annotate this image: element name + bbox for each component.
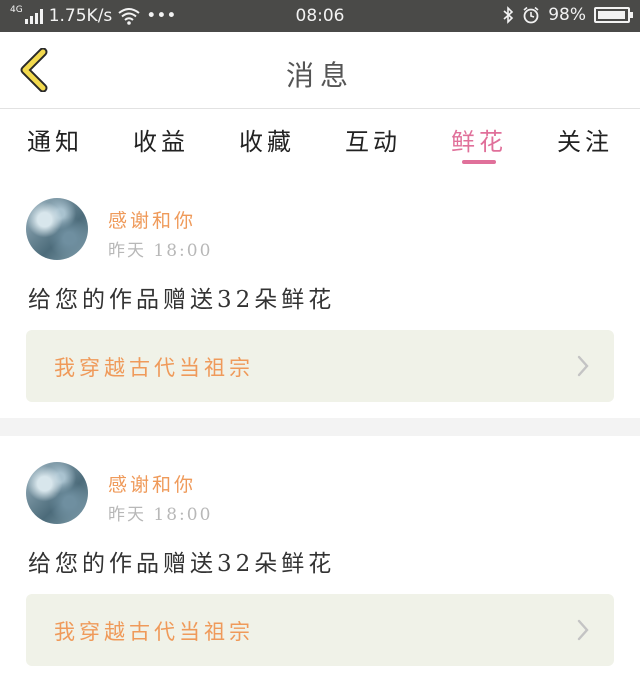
tab-earnings[interactable]: 收益 [116, 122, 206, 157]
work-title: 我穿越古代当祖宗 [54, 356, 254, 380]
tab-flowers[interactable]: 鲜花 [434, 122, 524, 157]
message-time: 昨天 18:00 [108, 241, 213, 261]
header: 消息 [0, 32, 640, 109]
bluetooth-icon [502, 6, 514, 24]
work-link-card[interactable]: 我穿越古代当祖宗 [26, 330, 614, 402]
tab-following[interactable]: 关注 [540, 122, 630, 157]
tab-interactions[interactable]: 互动 [328, 122, 418, 157]
message-time: 昨天 18:00 [108, 505, 213, 525]
chevron-right-icon [577, 355, 589, 377]
work-title: 我穿越古代当祖宗 [54, 620, 254, 644]
alarm-icon [522, 6, 540, 24]
sender-name[interactable]: 感谢和你 [108, 206, 196, 233]
status-bar: 4G 1.75K/s ••• 08:06 98% [0, 0, 640, 32]
message-text: 给您的作品赠送32朵鲜花 [28, 287, 336, 313]
battery-level [598, 11, 626, 19]
active-tab-indicator [462, 160, 496, 164]
message-card: 感谢和你 昨天 18:00 给您的作品赠送32朵鲜花 我穿越古代当祖宗 [0, 436, 640, 682]
battery-percent: 98% [548, 5, 586, 25]
tab-notifications[interactable]: 通知 [10, 122, 100, 157]
tab-favorites[interactable]: 收藏 [222, 122, 312, 157]
card-divider [0, 418, 640, 436]
status-right: 98% [502, 5, 633, 25]
message-text: 给您的作品赠送32朵鲜花 [28, 551, 336, 577]
chevron-right-icon [577, 619, 589, 641]
battery-icon [594, 7, 633, 23]
message-card: 感谢和你 昨天 18:00 给您的作品赠送32朵鲜花 我穿越古代当祖宗 [0, 172, 640, 418]
sender-name[interactable]: 感谢和你 [108, 470, 196, 497]
page-title: 消息 [285, 59, 354, 92]
avatar[interactable] [26, 198, 88, 260]
message-list: 感谢和你 昨天 18:00 给您的作品赠送32朵鲜花 我穿越古代当祖宗 感谢和你… [0, 172, 640, 682]
tab-bar: 通知 收益 收藏 互动 鲜花 关注 [0, 110, 640, 172]
avatar[interactable] [26, 462, 88, 524]
work-link-card[interactable]: 我穿越古代当祖宗 [26, 594, 614, 666]
